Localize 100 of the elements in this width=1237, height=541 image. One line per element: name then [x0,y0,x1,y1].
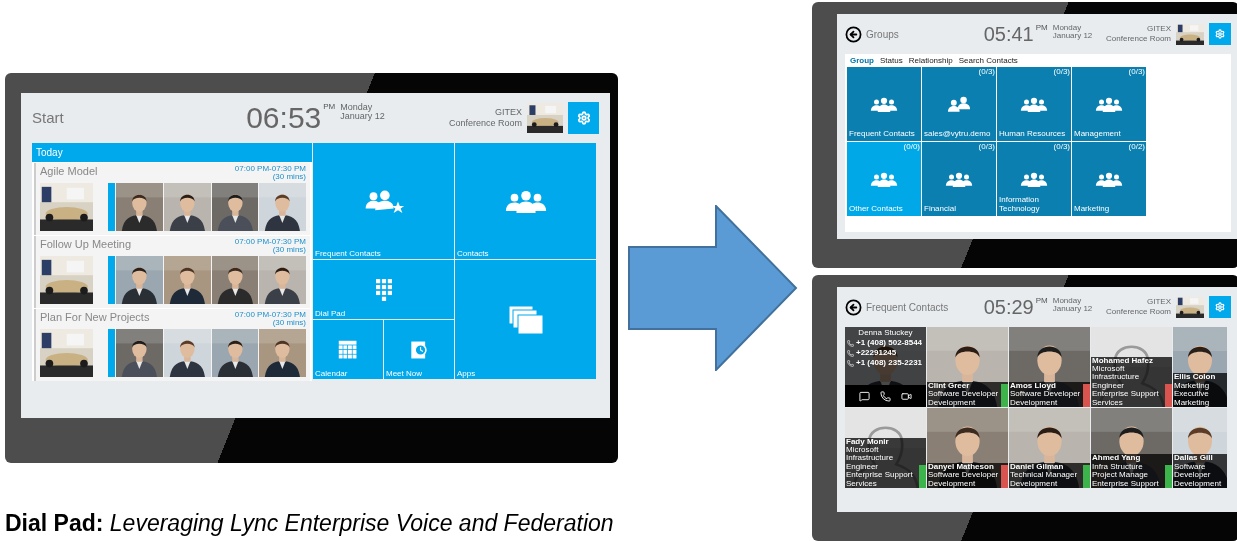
caption: Dial Pad: Leveraging Lync Enterprise Voice and Federation [5,509,614,538]
people-icon [869,96,899,112]
contact-title: Technical Manager [1010,471,1079,480]
group-tile[interactable]: (0/3) Financial [922,142,996,216]
people-icon [944,171,974,187]
contact-name: Daniel Gilman [1010,462,1065,472]
contact-tile[interactable]: Danyel Matheson Software Developer Development [927,408,1008,488]
accent-bar [108,329,116,377]
settings-button[interactable] [568,102,599,134]
chat-icon[interactable] [859,390,870,402]
phone-number[interactable]: +1 (408) 502-8544 [856,339,923,347]
contact-department: Enterprise Support Services [846,471,914,488]
people-icon [1019,96,1049,112]
clock-time: 06:53 [246,103,322,133]
contact-department: Development [928,398,976,407]
video-icon[interactable] [901,390,912,402]
screen-title: Groups [866,27,899,42]
group-tile[interactable]: (0/3) Information Technology [997,142,1071,216]
settings-button[interactable] [1209,23,1231,45]
contact-title: Software Developer [928,471,1000,480]
app-tile[interactable]: Calendar [313,320,383,379]
room-name: GITEX [1147,24,1171,34]
meeting-card[interactable]: Plan For New Projects 07:00 PM-07:30 PM (30 mins) [34,309,310,381]
meeting-time: 07:00 PM-07:30 PM [234,238,306,246]
room-name: GITEX [1147,297,1171,307]
contact-title: Software Developer [1174,462,1211,480]
phone-number[interactable]: +1 (408) 235-2231 [856,359,923,367]
meeting-card[interactable]: Follow Up Meeting 07:00 PM-07:30 PM (30 mins) [34,236,310,308]
app-tile[interactable]: Frequent Contacts [313,143,454,259]
group-tile[interactable]: (0/2) Marketing [1072,142,1146,216]
contact-name: Clint Greer [928,381,971,391]
accent-bar [108,256,116,304]
group-tile[interactable]: (0/3) Management [1072,67,1146,141]
clock-meridiem: PM [1035,24,1048,32]
contact-title: Software Developer [1010,390,1082,399]
group-tile[interactable]: (0/3) Human Resources [997,67,1071,141]
filter-tab[interactable]: Search Contacts [958,56,1018,65]
contact-tile[interactable]: Daniel Gilman Technical Manager Development [1009,408,1090,488]
filter-tab[interactable]: Group [850,56,874,65]
back-icon[interactable] [845,25,862,43]
back-icon[interactable] [845,298,862,316]
settings-button[interactable] [1209,296,1231,318]
phone-icon[interactable] [880,390,891,402]
people-icon [1094,171,1124,187]
contact-name: Denna Stuckey [857,329,914,337]
meeting-duration: (30 mins) [272,319,306,327]
phone-icon [847,359,854,367]
contact-tile[interactable]: Fady Monir Microsoft Infrastructure Engineer Enterprise Support Services [845,408,926,488]
keypad-icon [375,278,392,301]
meeting-title: Plan For New Projects [40,310,150,325]
settings-icon [1215,302,1225,312]
app-tile[interactable]: Contacts [455,143,596,259]
app-tile[interactable]: Meet Now [384,320,454,379]
date-text: January 12 [1052,305,1093,313]
meeting-time: 07:00 PM-07:30 PM [234,165,306,173]
people-icon [1019,171,1049,187]
meeting-time: 07:00 PM-07:30 PM [234,311,306,319]
filter-tab[interactable]: Relationship [908,56,953,65]
screen-title: Frequent Contacts [866,300,949,315]
contact-tile[interactable]: Dallas Gill Software Developer Development [1173,408,1227,488]
meeting-card[interactable]: Agile Model 07:00 PM-07:30 PM (30 mins) [34,163,310,235]
contact-name: Fady Monir [846,437,890,446]
contact-department: Development [1174,479,1219,488]
room-type: Conference Room [1106,307,1171,317]
group-tile[interactable]: Frequent Contacts [847,67,921,141]
calendar-icon [338,339,358,360]
contact-tile[interactable]: Clint Greer Software Developer Development [927,327,1008,407]
notebook-clock-icon [409,339,429,360]
app-tile[interactable]: Apps [455,260,596,379]
people-icon [1094,96,1124,112]
contact-department: Development [1010,479,1058,488]
contact-card[interactable]: Denna Stuckey +1 (408) 502-8544 +22291245 +1 (408) 235-2231 [845,327,926,407]
contact-name: Dallas Gill [1174,454,1214,463]
phone-number[interactable]: +22291245 [856,349,897,357]
contact-name: Danyel Matheson [928,462,995,471]
room-type: Conference Room [449,118,523,130]
group-tile[interactable]: (0/0) Other Contacts [847,142,921,216]
meeting-duration: (30 mins) [272,173,306,181]
people-icon [946,96,972,112]
group-tile[interactable]: (0/3) sales@vytru.demo [922,67,996,141]
phone-icon [847,349,854,357]
date-text: January 12 [1052,32,1093,40]
meeting-title: Follow Up Meeting [40,237,132,252]
clock-meridiem: PM [1035,297,1048,305]
agenda-header: Today [32,143,312,162]
filter-tab[interactable]: Status [880,56,903,65]
settings-icon [576,111,591,125]
contact-tile[interactable]: Amos Lloyd Software Developer Development [1009,327,1090,407]
meeting-title: Agile Model [40,164,98,179]
contact-department: Development [1010,398,1058,407]
contact-department: Development [928,479,976,488]
date-day: Monday [1052,297,1093,305]
phone-icon [847,339,854,347]
date-day: Monday [1052,24,1093,32]
clock-time: 05:29 [983,297,1034,317]
app-tile[interactable]: Dial Pad [313,260,454,319]
screen-title: Start [32,107,64,128]
accent-bar [108,183,116,231]
windows-icon [507,304,544,335]
clock-meridiem: PM [323,103,336,111]
